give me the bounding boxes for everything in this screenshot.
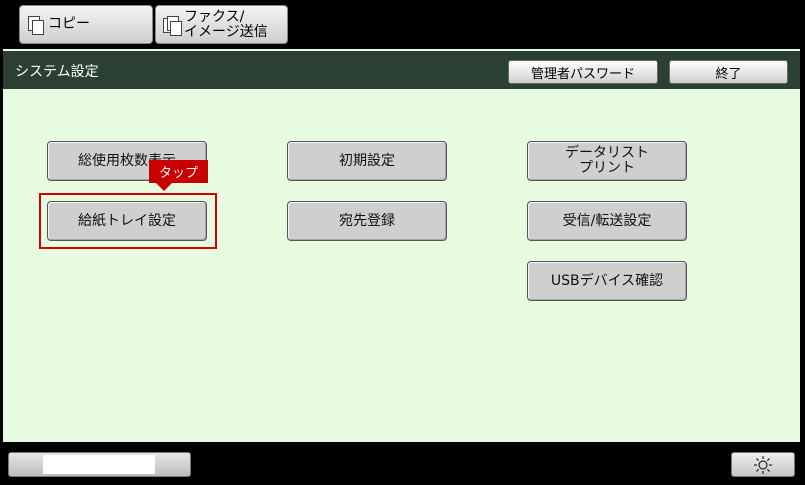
tab-copy[interactable]: コピー <box>19 5 153 44</box>
receive-forward-settings-button[interactable]: 受信/転送設定 <box>527 201 687 241</box>
usb-device-check-button[interactable]: USBデバイス確認 <box>527 261 687 301</box>
brightness-icon <box>754 455 772 474</box>
fax-icon <box>163 15 182 36</box>
page-title: システム設定 <box>15 64 99 80</box>
brightness-button[interactable] <box>731 452 795 477</box>
admin-password-button[interactable]: 管理者パスワード <box>508 60 658 84</box>
tab-fax-image-send[interactable]: ファクス/ イメージ送信 <box>155 5 288 44</box>
tap-callout-pointer <box>155 182 173 191</box>
status-field[interactable] <box>8 452 191 477</box>
tab-fax-label: ファクス/ イメージ送信 <box>184 8 268 40</box>
tab-copy-label: コピー <box>48 16 90 32</box>
highlight-box <box>39 193 217 249</box>
status-display <box>43 455 155 474</box>
copy-icon <box>27 15 44 35</box>
title-bar: システム設定 管理者パスワード 終了 <box>3 51 800 89</box>
tap-callout: タップ <box>149 160 208 183</box>
address-registration-button[interactable]: 宛先登録 <box>287 201 447 241</box>
initial-settings-button[interactable]: 初期設定 <box>287 141 447 181</box>
data-list-print-button[interactable]: データリスト プリント <box>527 141 687 181</box>
end-button[interactable]: 終了 <box>669 60 788 84</box>
